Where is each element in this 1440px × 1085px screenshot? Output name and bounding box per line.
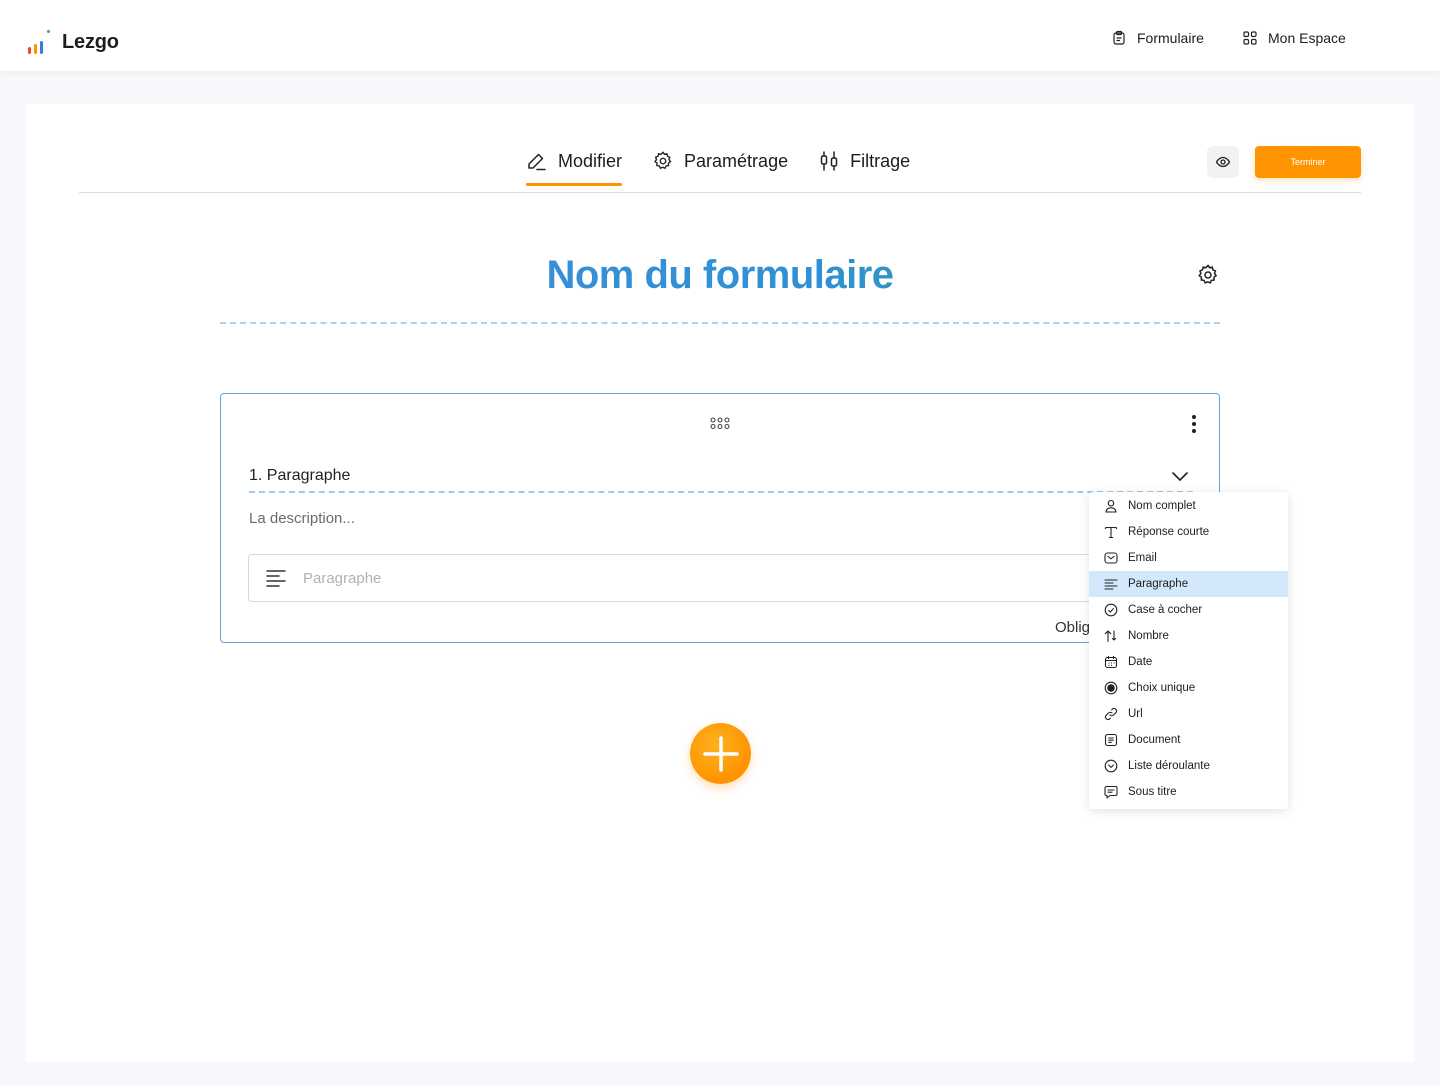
nav-mon-espace[interactable]: Mon Espace bbox=[1242, 30, 1346, 46]
tab-filtrage[interactable]: Filtrage bbox=[818, 144, 910, 178]
preview-button[interactable] bbox=[1207, 146, 1239, 178]
menu-item-liste-deroulante[interactable]: Liste déroulante bbox=[1089, 753, 1288, 779]
menu-item-label: Choix unique bbox=[1128, 682, 1196, 694]
required-toggle-label[interactable]: Oblig bbox=[1055, 619, 1090, 636]
calendar-icon bbox=[1104, 656, 1118, 669]
editor-tabs: Modifier Paramétrage Filtrage bbox=[526, 144, 910, 186]
paragraph-input[interactable] bbox=[303, 569, 1003, 587]
add-question-button[interactable] bbox=[690, 723, 751, 784]
chevron-circle-icon bbox=[1104, 759, 1118, 773]
menu-item-label: Email bbox=[1128, 552, 1157, 564]
field-type-menu: Nom complet Réponse courte Email Paragra… bbox=[1089, 492, 1288, 809]
more-options-icon[interactable] bbox=[1189, 414, 1199, 434]
menu-item-label: Case à cocher bbox=[1128, 604, 1203, 616]
sort-arrows-icon bbox=[1104, 630, 1117, 643]
tab-parametrage-label: Paramétrage bbox=[684, 150, 789, 171]
filter-sliders-icon bbox=[820, 151, 838, 171]
chevron-down-icon[interactable] bbox=[1171, 467, 1189, 485]
grid-icon bbox=[1243, 31, 1257, 45]
menu-item-nom-complet[interactable]: Nom complet bbox=[1089, 493, 1288, 519]
tab-modifier-label: Modifier bbox=[558, 150, 623, 171]
tab-filtrage-label: Filtrage bbox=[850, 150, 911, 171]
clipboard-icon bbox=[1113, 30, 1125, 45]
message-icon bbox=[1104, 785, 1118, 799]
menu-item-label: Sous titre bbox=[1128, 786, 1177, 798]
logo-bars-icon bbox=[26, 30, 54, 54]
menu-item-label: Nombre bbox=[1128, 630, 1169, 642]
menu-item-url[interactable]: Url bbox=[1089, 701, 1288, 727]
form-settings-gear-icon[interactable] bbox=[1196, 263, 1220, 287]
menu-item-label: Liste déroulante bbox=[1128, 760, 1210, 772]
eye-icon bbox=[1215, 156, 1231, 168]
tabs-divider bbox=[79, 192, 1361, 193]
question-label-underline bbox=[249, 491, 1193, 493]
nav-formulaire-label: Formulaire bbox=[1137, 30, 1204, 46]
plus-icon bbox=[702, 735, 739, 772]
menu-item-label: Nom complet bbox=[1128, 500, 1196, 512]
menu-item-label: Url bbox=[1128, 708, 1143, 720]
menu-item-date[interactable]: Date bbox=[1089, 649, 1288, 675]
title-underline bbox=[220, 322, 1220, 324]
menu-item-label: Paragraphe bbox=[1128, 578, 1189, 590]
menu-item-sous-titre[interactable]: Sous titre bbox=[1089, 779, 1288, 805]
menu-item-label: Réponse courte bbox=[1128, 526, 1210, 538]
tab-modifier[interactable]: Modifier bbox=[526, 144, 623, 186]
edit-pen-icon bbox=[528, 153, 546, 171]
person-icon bbox=[1105, 499, 1117, 513]
question-card[interactable]: 1. Paragraphe La description... Oblig bbox=[220, 393, 1220, 643]
text-t-icon bbox=[1104, 526, 1118, 539]
menu-item-case-a-cocher[interactable]: Case à cocher bbox=[1089, 597, 1288, 623]
menu-item-choix-unique[interactable]: Choix unique bbox=[1089, 675, 1288, 701]
nav-formulaire[interactable]: Formulaire bbox=[1111, 30, 1204, 46]
paragraph-icon bbox=[1104, 579, 1118, 590]
paragraph-lines-icon bbox=[266, 570, 286, 587]
form-title[interactable]: Nom du formulaire bbox=[220, 247, 1220, 303]
menu-item-paragraphe[interactable]: Paragraphe bbox=[1089, 571, 1288, 597]
app-name: Lezgo bbox=[62, 31, 119, 53]
menu-item-reponse-courte[interactable]: Réponse courte bbox=[1089, 519, 1288, 545]
check-circle-icon bbox=[1104, 603, 1118, 617]
top-navbar: Lezgo Formulaire Mon Espace bbox=[0, 0, 1440, 71]
menu-item-label: Date bbox=[1128, 656, 1153, 668]
drag-handle-icon[interactable] bbox=[709, 416, 731, 430]
menu-item-nombre[interactable]: Nombre bbox=[1089, 623, 1288, 649]
link-icon bbox=[1104, 707, 1118, 721]
radio-icon bbox=[1104, 681, 1118, 695]
document-icon bbox=[1104, 733, 1118, 747]
paragraph-answer-field[interactable] bbox=[248, 554, 1192, 602]
gear-icon bbox=[654, 151, 672, 170]
nav-mon-espace-label: Mon Espace bbox=[1268, 30, 1346, 46]
question-label[interactable]: 1. Paragraphe bbox=[249, 467, 350, 485]
envelope-icon bbox=[1104, 552, 1118, 564]
menu-item-email[interactable]: Email bbox=[1089, 545, 1288, 571]
menu-item-document[interactable]: Document bbox=[1089, 727, 1288, 753]
app-logo[interactable]: Lezgo bbox=[26, 30, 119, 54]
tab-parametrage[interactable]: Paramétrage bbox=[652, 144, 788, 178]
menu-item-label: Document bbox=[1128, 734, 1181, 746]
finish-button[interactable]: Terminer bbox=[1255, 146, 1361, 178]
question-description[interactable]: La description... bbox=[249, 510, 355, 527]
